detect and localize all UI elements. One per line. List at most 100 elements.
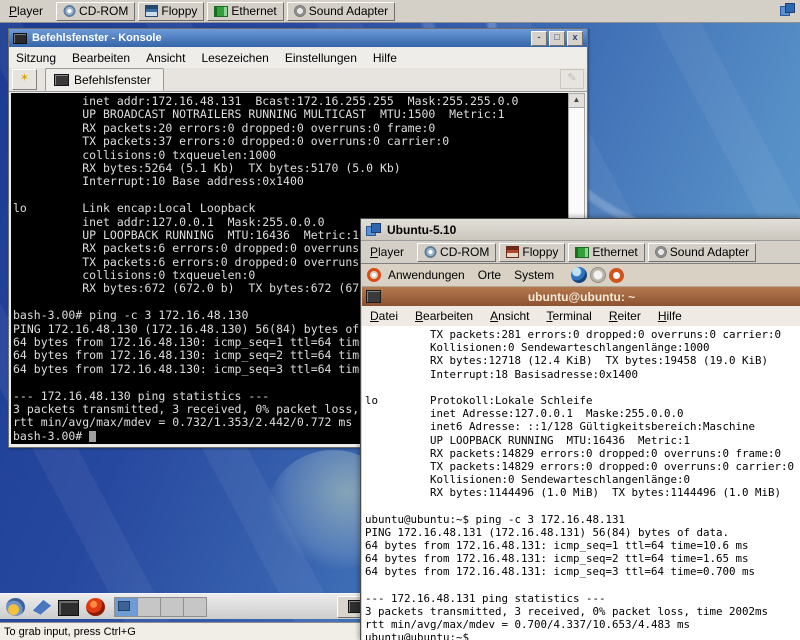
- terminal-menu-item[interactable]: Ansicht: [490, 309, 529, 323]
- terminal-menu-item[interactable]: Bearbeiten: [415, 309, 473, 323]
- close-button[interactable]: x: [567, 31, 583, 46]
- terminal-menu-item[interactable]: Datei: [370, 309, 398, 323]
- konsole-menu-item[interactable]: Einstellungen: [285, 51, 357, 65]
- terminal-line: inet Adresse:127.0.0.1 Maske:255.0.0.0: [365, 407, 800, 420]
- ubuntu-floppy-button[interactable]: Floppy: [499, 243, 565, 262]
- terminal-cursor: [89, 431, 96, 442]
- ubuntu-cdrom-label: CD-ROM: [440, 245, 489, 259]
- terminal-line: TX packets:281 errors:0 dropped:0 overru…: [365, 328, 800, 341]
- terminal-menu-item[interactable]: Terminal: [546, 309, 591, 323]
- kmenu-icon[interactable]: [6, 598, 25, 616]
- help-icon[interactable]: [609, 268, 624, 283]
- terminal-line: Interrupt:18 Basisadresse:0x1400: [365, 368, 800, 381]
- konsole-window-icon: [13, 33, 27, 44]
- terminal-line: [13, 189, 569, 202]
- terminal-line: RX packets:14829 errors:0 dropped:0 over…: [365, 447, 800, 460]
- ubuntu-window-titlebar[interactable]: Ubuntu-5.10: [361, 219, 800, 241]
- terminal-line: TX packets:14829 errors:0 dropped:0 over…: [365, 460, 800, 473]
- ubuntu-window-title: Ubuntu-5.10: [387, 223, 456, 237]
- konsole-titlebar[interactable]: Befehlsfenster - Konsole - □ x: [9, 29, 587, 47]
- ubuntu-guest-desktop: Anwendungen Orte System ubuntu@ubuntu: ~ D…: [362, 264, 800, 640]
- vmware-player-screen: Player CD-ROM Floppy Ethernet Sound Adap…: [0, 0, 800, 640]
- cdrom-button-label: CD-ROM: [79, 4, 128, 18]
- cdrom-icon: [424, 246, 437, 258]
- sound-adapter-icon: [655, 246, 667, 258]
- konsole-menu-item[interactable]: Hilfe: [373, 51, 397, 65]
- terminal-line: --- 172.16.48.131 ping statistics ---: [365, 592, 800, 605]
- konsole-title-text: Befehlsfenster - Konsole: [32, 32, 162, 44]
- terminal-line: UP LOOPBACK RUNNING MTU:16436 Metric:1: [365, 434, 800, 447]
- panel-menu-item[interactable]: Orte: [478, 268, 501, 282]
- gnome-terminal-titlebar[interactable]: ubuntu@ubuntu: ~: [362, 287, 800, 306]
- terminal-line: 64 bytes from 172.16.48.131: icmp_seq=2 …: [365, 552, 800, 565]
- pager-desktop-1[interactable]: [115, 598, 138, 616]
- ubuntu-player-menu[interactable]: Player: [361, 243, 413, 261]
- konsole-menu-item[interactable]: Lesezeichen: [201, 51, 268, 65]
- ubuntu-vm-window: Ubuntu-5.10 Player CD-ROM Floppy Etherne…: [360, 218, 800, 640]
- tab-befehlsfenster[interactable]: Befehlsfenster: [45, 68, 164, 91]
- new-session-button[interactable]: ✶: [12, 69, 37, 90]
- pager-desktop-3[interactable]: [161, 598, 184, 616]
- terminal-line: rtt min/avg/max/mdev = 0.700/4.337/10.65…: [365, 618, 800, 631]
- terminal-line: lo Link encap:Local Loopback: [13, 202, 569, 215]
- ethernet-button-label: Ethernet: [231, 4, 276, 18]
- floppy-button[interactable]: Floppy: [138, 2, 204, 21]
- konsole-menu-item[interactable]: Bearbeiten: [72, 51, 130, 65]
- ubuntu-sound-button[interactable]: Sound Adapter: [648, 243, 756, 262]
- panel-menu-item[interactable]: Anwendungen: [388, 268, 465, 282]
- player-menu[interactable]: Player: [0, 2, 52, 20]
- terminal-line: RX bytes:1144496 (1.0 MiB) TX bytes:1144…: [365, 486, 800, 499]
- terminal-line: [365, 499, 800, 512]
- ubuntu-logo-icon[interactable]: [367, 268, 381, 282]
- terminal-line: inet addr:172.16.48.131 Bcast:172.16.255…: [13, 95, 569, 108]
- ubuntu-window-icon: [366, 223, 381, 236]
- tabbar-right-icon[interactable]: ✎: [560, 69, 584, 89]
- gnome-terminal[interactable]: TX packets:281 errors:0 dropped:0 overru…: [362, 326, 800, 640]
- cdrom-button[interactable]: CD-ROM: [56, 2, 135, 21]
- terminal-line: RX packets:20 errors:0 dropped:0 overrun…: [13, 122, 569, 135]
- konsole-window-buttons: - □ x: [531, 31, 583, 46]
- ethernet-button[interactable]: Ethernet: [207, 2, 283, 21]
- konsole-tabbar: ✶ Befehlsfenster ✎: [9, 68, 587, 92]
- outer-toolbar: Player CD-ROM Floppy Ethernet Sound Adap…: [0, 0, 800, 23]
- sound-adapter-icon: [294, 5, 306, 17]
- gnome-terminal-output: TX packets:281 errors:0 dropped:0 overru…: [365, 328, 800, 640]
- konsole-launcher-icon[interactable]: [58, 600, 79, 616]
- cdrom-icon: [63, 5, 76, 17]
- ubuntu-floppy-label: Floppy: [522, 245, 558, 259]
- ubuntu-cdrom-button[interactable]: CD-ROM: [417, 243, 496, 262]
- scrollbar-up-arrow[interactable]: ▲: [569, 94, 584, 108]
- gnome-panel: Anwendungen Orte System: [362, 264, 800, 287]
- minimize-button[interactable]: -: [531, 31, 547, 46]
- terminal-tab-icon: [54, 74, 69, 86]
- ubuntu-sound-label: Sound Adapter: [670, 245, 749, 259]
- tab-label: Befehlsfenster: [74, 73, 151, 87]
- terminal-line: 64 bytes from 172.16.48.131: icmp_seq=3 …: [365, 565, 800, 578]
- terminal-line: [365, 381, 800, 394]
- konsole-prompt: bash-3.00#: [13, 429, 89, 443]
- terminal-line: 3 packets transmitted, 3 received, 0% pa…: [365, 605, 800, 618]
- browser-icon[interactable]: [571, 267, 587, 283]
- konsole-menubar: Sitzung Bearbeiten Ansicht Lesezeichen Einst…: [9, 47, 587, 68]
- terminal-line: TX packets:37 errors:0 dropped:0 overrun…: [13, 135, 569, 148]
- show-desktop-icon[interactable]: [32, 598, 51, 616]
- terminal-menu-item[interactable]: Reiter: [609, 309, 641, 323]
- pager-desktop-4[interactable]: [184, 598, 206, 616]
- browser-launcher-icon[interactable]: [86, 598, 105, 616]
- ubuntu-ethernet-button[interactable]: Ethernet: [568, 243, 644, 262]
- terminal-line: Kollisionen:0 Sendewarteschlangenlänge:1…: [365, 341, 800, 354]
- konsole-menu-item[interactable]: Ansicht: [146, 51, 185, 65]
- terminal-line: 64 bytes from 172.16.48.131: icmp_seq=1 …: [365, 539, 800, 552]
- ubuntu-ethernet-label: Ethernet: [592, 245, 637, 259]
- maximize-button[interactable]: □: [549, 31, 565, 46]
- sound-adapter-button[interactable]: Sound Adapter: [287, 2, 395, 21]
- mail-icon[interactable]: [590, 267, 606, 283]
- konsole-menu-item[interactable]: Sitzung: [16, 51, 56, 65]
- terminal-line: Interrupt:10 Base address:0x1400: [13, 175, 569, 188]
- panel-menu-item[interactable]: System: [514, 268, 554, 282]
- terminal-line: ubuntu@ubuntu:~$: [365, 631, 800, 640]
- pager-desktop-2[interactable]: [138, 598, 161, 616]
- terminal-line: lo Protokoll:Lokale Schleife: [365, 394, 800, 407]
- terminal-menu-item[interactable]: Hilfe: [658, 309, 682, 323]
- terminal-line: RX bytes:12718 (12.4 KiB) TX bytes:19458…: [365, 354, 800, 367]
